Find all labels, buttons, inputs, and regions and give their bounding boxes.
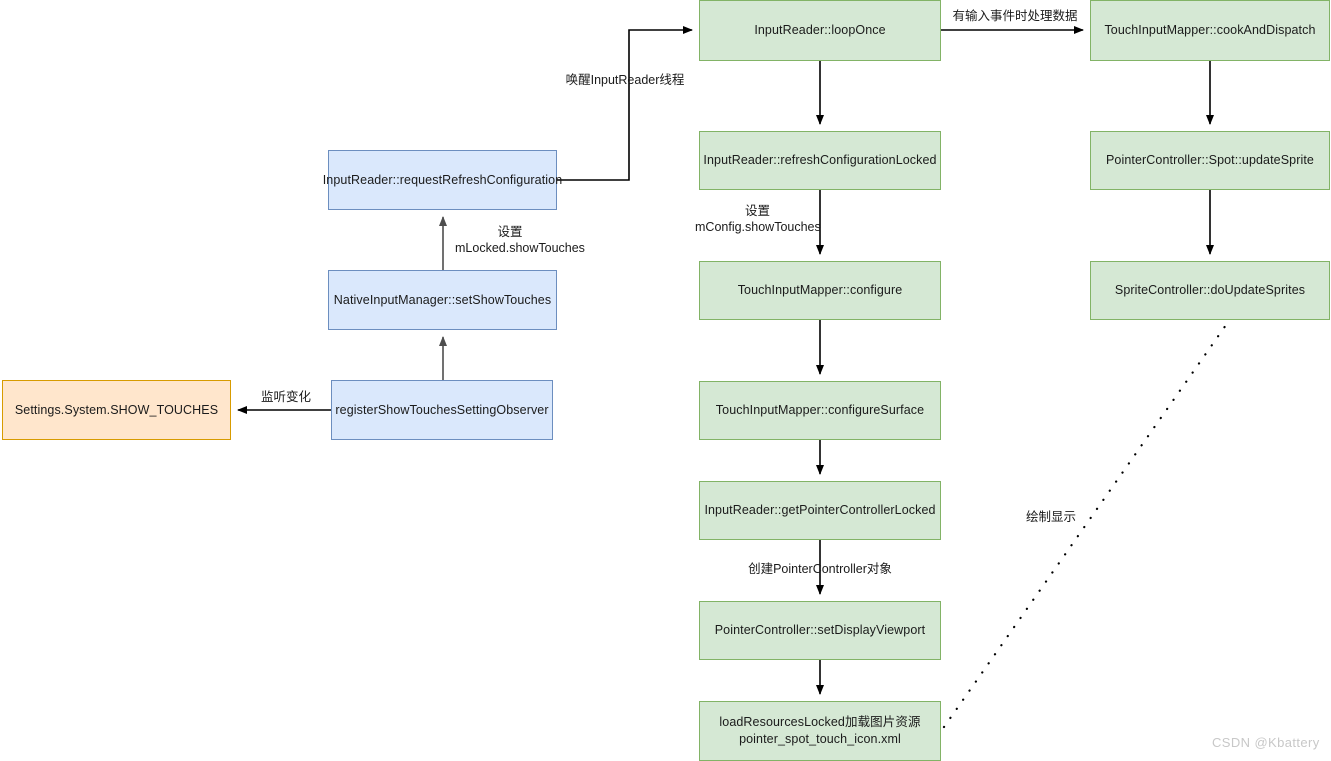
- node-label: registerShowTouchesSettingObserver: [335, 402, 549, 417]
- edge-load-resources-to-do-update-sprites-dotted: [942, 323, 1228, 729]
- edge-label-handle-data-on-input-event: 有输入事件时处理数据: [952, 9, 1078, 23]
- node-settings-system-show-touches[interactable]: Settings.System.SHOW_TOUCHES: [2, 380, 231, 440]
- node-input-reader-refresh-configuration-locked[interactable]: InputReader::refreshConfigurationLocked: [699, 131, 941, 190]
- node-touch-input-mapper-cook-and-dispatch[interactable]: TouchInputMapper::cookAndDispatch: [1090, 0, 1330, 61]
- node-label: InputReader::requestRefreshConfiguration: [322, 172, 563, 187]
- flowchart-canvas: InputReader::loopOnce TouchInputMapper::…: [0, 0, 1331, 761]
- node-label: InputReader::loopOnce: [754, 23, 886, 38]
- node-input-reader-get-pointer-controller-locked[interactable]: InputReader::getPointerControllerLocked: [699, 481, 941, 540]
- node-label: PointerController::Spot::updateSprite: [1106, 153, 1314, 168]
- node-label: TouchInputMapper::configureSurface: [715, 403, 925, 418]
- edge-label-create-pointer-controller-object: 创建PointerController对象: [748, 562, 892, 576]
- node-label: PointerController::setDisplayViewport: [714, 623, 926, 638]
- node-touch-input-mapper-configure[interactable]: TouchInputMapper::configure: [699, 261, 941, 320]
- edge-label-set-mlocked-show-touches: 设置 mLocked.showTouches: [455, 225, 585, 256]
- node-label: NativeInputManager::setShowTouches: [333, 292, 552, 307]
- node-sprite-controller-do-update-sprites[interactable]: SpriteController::doUpdateSprites: [1090, 261, 1330, 320]
- edge-label-draw-display: 绘制显示: [1025, 510, 1076, 524]
- node-pointer-controller-set-display-viewport[interactable]: PointerController::setDisplayViewport: [699, 601, 941, 660]
- node-label: TouchInputMapper::cookAndDispatch: [1104, 23, 1316, 38]
- node-touch-input-mapper-configure-surface[interactable]: TouchInputMapper::configureSurface: [699, 381, 941, 440]
- node-input-reader-loop-once[interactable]: InputReader::loopOnce: [699, 0, 941, 61]
- node-label: TouchInputMapper::configure: [737, 283, 903, 298]
- node-register-show-touches-setting-observer[interactable]: registerShowTouchesSettingObserver: [331, 380, 553, 440]
- node-label: Settings.System.SHOW_TOUCHES: [14, 402, 219, 417]
- node-label: InputReader::refreshConfigurationLocked: [703, 153, 937, 168]
- edge-label-set-mconfig-show-touches: 设置 mConfig.showTouches: [695, 204, 821, 235]
- watermark: CSDN @Kbattery: [1212, 735, 1320, 750]
- node-load-resources-locked[interactable]: loadResourcesLocked加载图片资源 pointer_spot_t…: [699, 701, 941, 761]
- node-native-input-manager-set-show-touches[interactable]: NativeInputManager::setShowTouches: [328, 270, 557, 330]
- node-label: SpriteController::doUpdateSprites: [1114, 283, 1306, 298]
- node-pointer-controller-spot-update-sprite[interactable]: PointerController::Spot::updateSprite: [1090, 131, 1330, 190]
- edge-label-listen-change: 监听变化: [260, 390, 311, 404]
- node-label: loadResourcesLocked加载图片资源 pointer_spot_t…: [719, 715, 921, 746]
- node-label: InputReader::getPointerControllerLocked: [704, 503, 936, 518]
- edge-request-refresh-to-loop-once: [557, 26, 693, 181]
- edge-label-wake-input-reader-thread: 唤醒InputReader线程: [565, 73, 685, 87]
- node-input-reader-request-refresh-configuration[interactable]: InputReader::requestRefreshConfiguration: [323, 150, 562, 210]
